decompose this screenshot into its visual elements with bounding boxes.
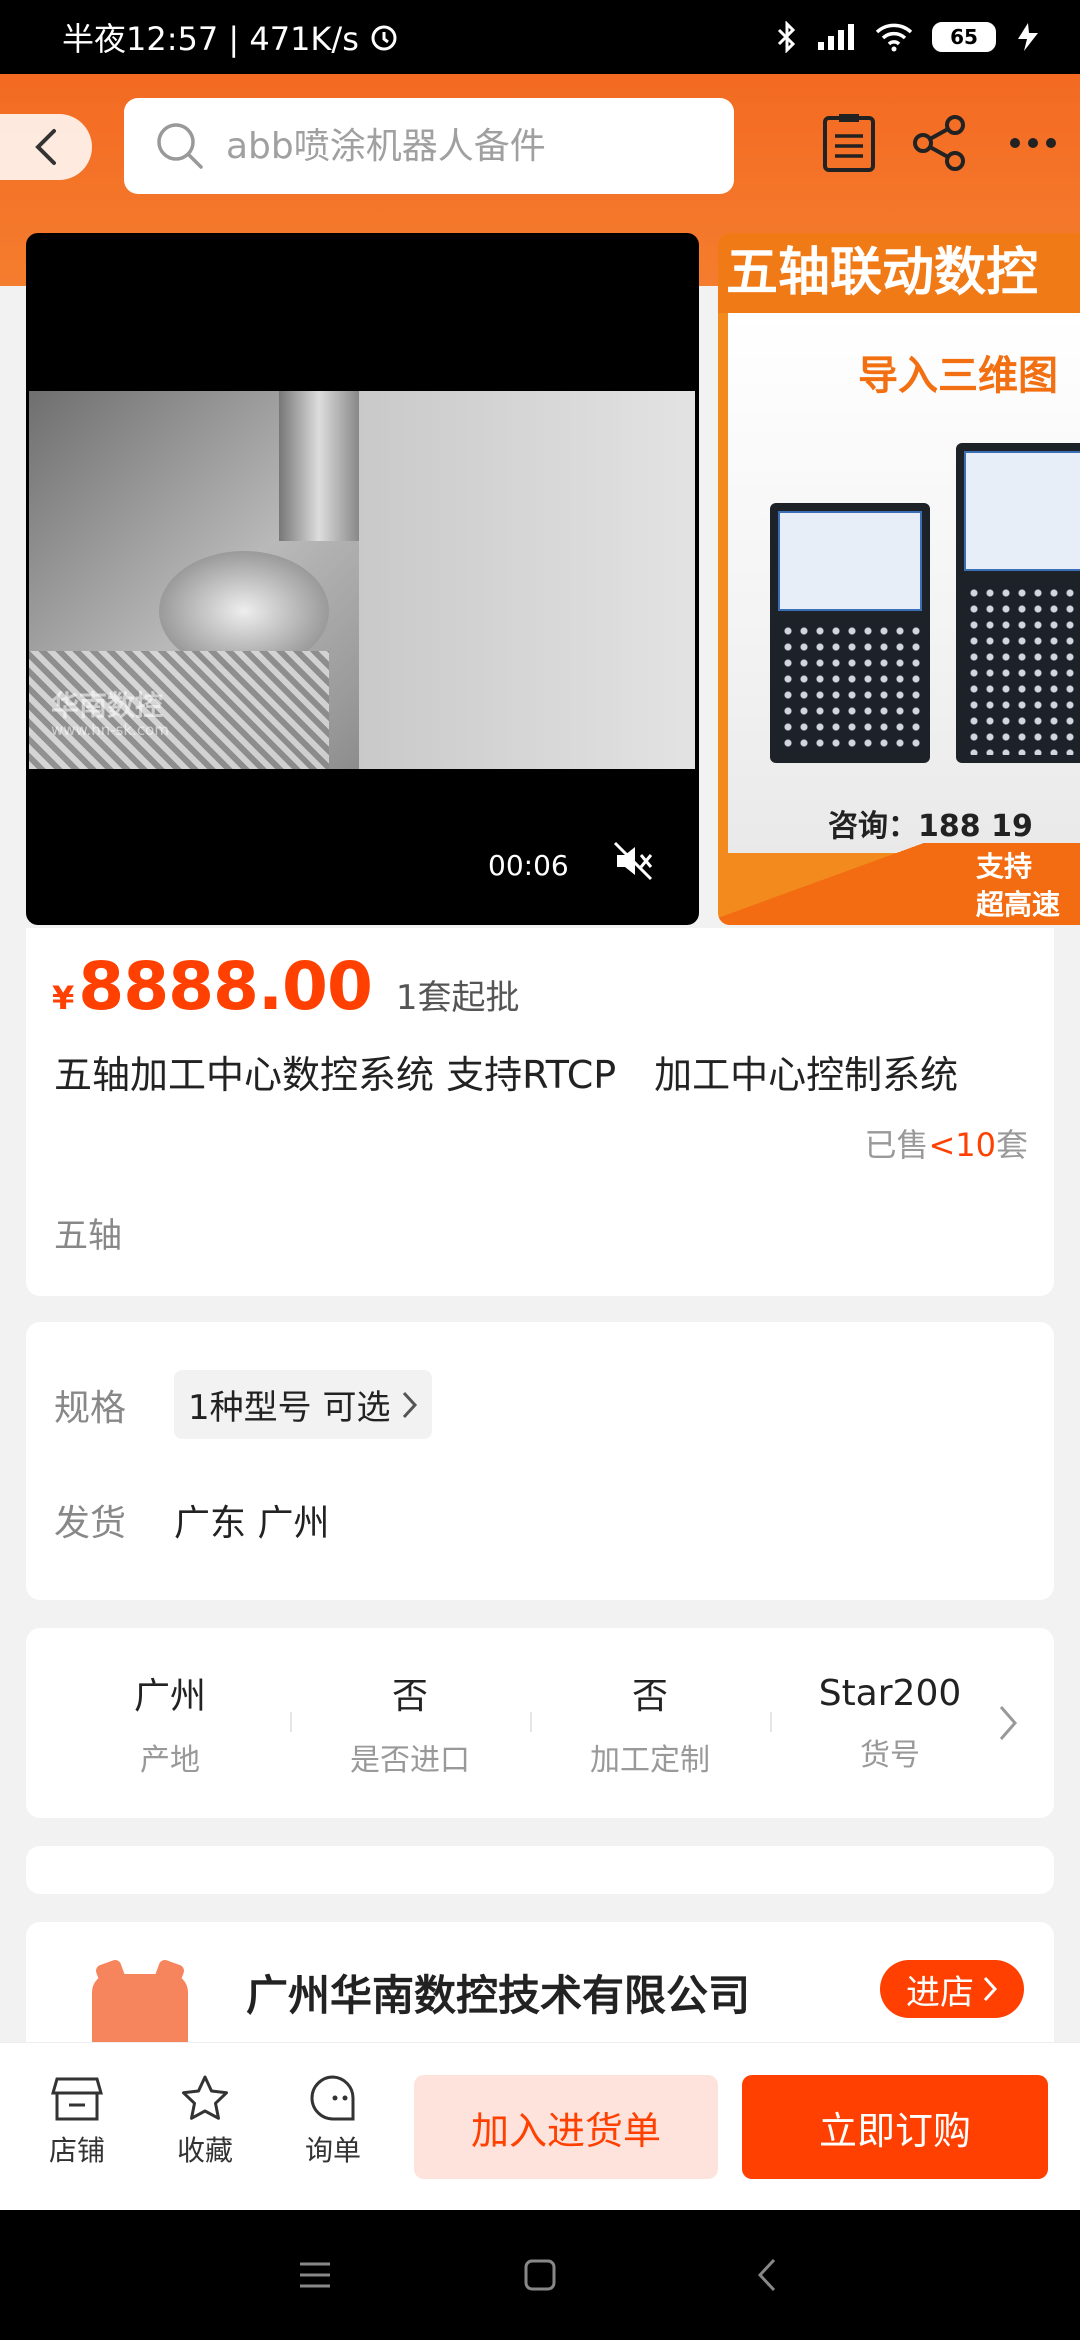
video-time: 00:06	[488, 849, 569, 882]
share-icon[interactable]	[904, 108, 974, 178]
chevron-left-icon	[35, 129, 56, 165]
promo-footer: 支持 超高速	[718, 843, 1080, 925]
menu-nav-icon[interactable]	[290, 2250, 340, 2300]
bottom-action-bar: 店铺 收藏 询单 加入进货单 立即订购	[0, 2042, 1080, 2210]
attribute-item: Star200 货号	[818, 1672, 962, 1773]
favorite-button[interactable]: 收藏	[150, 2073, 260, 2183]
search-box[interactable]	[124, 98, 734, 194]
chevron-right-icon	[983, 1976, 998, 2002]
spec-label: 规格	[54, 1387, 127, 1429]
star-icon	[182, 2075, 228, 2120]
store-icon	[51, 2077, 103, 2121]
spec-row[interactable]: 规格 1种型号 可选	[54, 1370, 433, 1439]
shop-logo	[92, 1974, 188, 2042]
promo-subtitle: 导入三维图	[858, 353, 1058, 399]
status-bar: 半夜12:57 | 471K/s 65	[0, 0, 1080, 74]
attribute-item: 否是否进口	[350, 1676, 470, 1778]
store-button[interactable]: 店铺	[22, 2073, 132, 2183]
chevron-right-icon	[403, 1391, 418, 1418]
currency-symbol: ¥	[52, 979, 75, 1017]
controller-panel-image	[770, 503, 930, 763]
mute-icon[interactable]	[611, 839, 655, 883]
min-order: 1套起批	[395, 978, 520, 1018]
signal-icon	[816, 22, 856, 52]
empty-section	[26, 1846, 1054, 1894]
alarm-icon	[369, 22, 399, 52]
price-card: ¥ 8888.00 1套起批 五轴加工中心数控系统 支持RTCP 加工中心控制系…	[26, 928, 1054, 1296]
charging-icon	[1014, 21, 1044, 53]
sold-count: 已售<10套	[864, 1126, 1028, 1164]
home-nav-icon[interactable]	[515, 2250, 565, 2300]
more-icon[interactable]	[998, 108, 1068, 178]
product-price: 8888.00	[78, 948, 373, 1025]
controller-panel-image	[956, 443, 1080, 763]
spec-card: 规格 1种型号 可选 发货 广东 广州	[26, 1322, 1054, 1600]
shop-name: 广州华南数控技术有限公司	[246, 1971, 751, 2020]
promo-contact: 咨询：188 19	[828, 809, 1033, 844]
back-nav-icon[interactable]	[742, 2250, 792, 2300]
ship-location: 广东 广州	[174, 1503, 330, 1544]
promo-image[interactable]: 五轴联动数控 导入三维图 咨询：188 19 支持 超高速	[718, 233, 1080, 925]
chevron-right-icon[interactable]	[988, 1696, 1028, 1750]
attribute-item: 否加工定制	[590, 1676, 710, 1778]
order-now-button[interactable]: 立即订购	[742, 2075, 1048, 2179]
media-gallery[interactable]: 华南数控 www.hn-sk.com 00:06 五轴联动数控 导入三维图 咨询…	[0, 230, 1080, 928]
wifi-icon	[874, 22, 914, 52]
spec-selector[interactable]: 1种型号 可选	[174, 1370, 433, 1439]
product-title: 五轴加工中心数控系统 支持RTCP 加工中心控制系统	[54, 1053, 959, 1097]
product-tag: 五轴	[54, 1216, 122, 1256]
video-frame: 华南数控 www.hn-sk.com	[29, 391, 695, 769]
system-nav-bar	[0, 2210, 1080, 2340]
attribute-item: 广州 产地	[133, 1676, 206, 1778]
video-watermark: 华南数控 www.hn-sk.com	[51, 689, 169, 739]
attributes-card[interactable]: 广州 产地 否是否进口 否加工定制 Star200 货号	[26, 1628, 1054, 1818]
enter-shop-button[interactable]: 进店	[880, 1960, 1024, 2018]
status-time-speed: 半夜12:57 | 471K/s	[62, 20, 359, 58]
ship-label: 发货	[54, 1503, 127, 1544]
clipboard-list-icon[interactable]	[814, 108, 884, 178]
search-input[interactable]	[226, 125, 706, 167]
shop-card[interactable]: 广州华南数控技术有限公司 进店	[26, 1922, 1054, 2042]
chat-icon	[310, 2075, 355, 2121]
search-icon	[157, 123, 203, 169]
promo-title: 五轴联动数控	[718, 233, 1080, 313]
battery-indicator: 65	[932, 22, 996, 52]
inquiry-button[interactable]: 询单	[278, 2073, 388, 2183]
bluetooth-icon	[776, 21, 798, 53]
add-to-cart-button[interactable]: 加入进货单	[414, 2075, 718, 2179]
product-video[interactable]: 华南数控 www.hn-sk.com 00:06	[26, 233, 699, 925]
back-button[interactable]	[0, 114, 92, 180]
shipping-row: 发货 广东 广州	[54, 1494, 329, 1546]
